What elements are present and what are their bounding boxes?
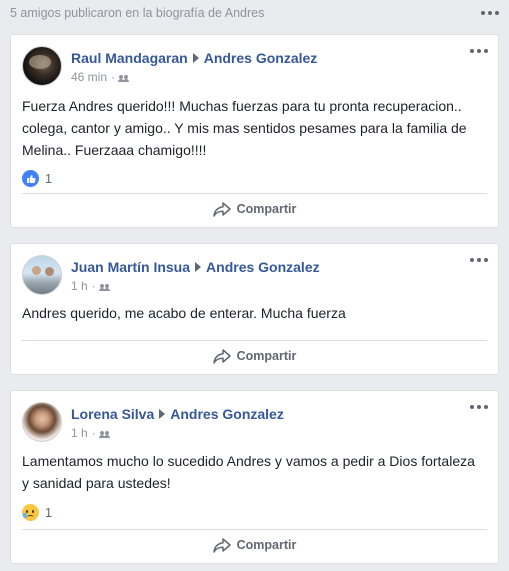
share-label: Compartir (236, 202, 297, 216)
feed-header: 5 amigos publicaron en la biografía de A… (0, 0, 509, 26)
post: Raul Mandagaran Andres Gonzalez 46 min ·… (10, 34, 499, 228)
post-text: Andres querido, me acabo de enterar. Muc… (11, 302, 498, 324)
share-label: Compartir (236, 349, 297, 363)
friends-privacy-icon[interactable] (98, 284, 110, 291)
post-meta: 46 min · (71, 70, 130, 84)
post-timestamp[interactable]: 46 min (71, 70, 107, 84)
target-link[interactable]: Andres Gonzalez (170, 406, 284, 422)
avatar[interactable] (22, 255, 62, 295)
post-meta: 1 h · (71, 279, 110, 293)
author-link[interactable]: Juan Martín Insua (71, 259, 190, 275)
friends-privacy-icon[interactable] (98, 431, 110, 438)
arrow-right-icon (159, 409, 166, 419)
share-arrow-icon (212, 537, 231, 553)
sad-icon (22, 504, 39, 521)
avatar[interactable] (22, 46, 62, 86)
share-button[interactable]: Compartir (11, 531, 498, 559)
post-header: Lorena Silva Andres Gonzalez 1 h · (11, 391, 498, 442)
meta-separator: · (111, 70, 116, 84)
share-arrow-icon (212, 201, 231, 217)
post-options-icon[interactable] (470, 49, 488, 53)
arrow-right-icon (192, 53, 199, 63)
divider (22, 340, 487, 341)
post-options-icon[interactable] (470, 258, 488, 262)
meta-separator: · (91, 426, 96, 440)
post-author-line: Lorena Silva Andres Gonzalez (71, 406, 284, 422)
post-author-line: Juan Martín Insua Andres Gonzalez (71, 259, 320, 275)
arrow-right-icon (195, 262, 202, 272)
post-text-line: colega, cantor y amigo.. Y mis mas senti… (22, 120, 467, 136)
post: Lorena Silva Andres Gonzalez 1 h · Lamen… (10, 390, 499, 564)
post: Juan Martín Insua Andres Gonzalez 1 h · … (10, 243, 499, 375)
friends-privacy-icon[interactable] (118, 75, 130, 82)
post-text: Fuerza Andres querido!!! Muchas fuerzas … (11, 95, 498, 161)
share-button[interactable]: Compartir (11, 195, 498, 223)
author-link[interactable]: Lorena Silva (71, 406, 154, 422)
post-text-line: y sanidad para ustedes! (22, 475, 171, 491)
divider (22, 529, 487, 530)
post-text-line: Fuerza Andres querido!!! Muchas fuerzas … (22, 98, 462, 114)
post-text-line: Melina.. Fuerzaaa chamigo!!!! (22, 142, 207, 158)
post-timestamp[interactable]: 1 h (71, 279, 88, 293)
target-link[interactable]: Andres Gonzalez (206, 259, 320, 275)
post-header: Juan Martín Insua Andres Gonzalez 1 h · (11, 244, 498, 295)
post-options-icon[interactable] (470, 405, 488, 409)
post-text-line: Andres querido, me acabo de enterar. Muc… (22, 305, 346, 321)
like-icon (22, 170, 39, 187)
more-horizontal-icon[interactable] (481, 11, 499, 15)
avatar[interactable] (22, 402, 62, 442)
meta-separator: · (91, 279, 96, 293)
post-author-line: Raul Mandagaran Andres Gonzalez (71, 50, 317, 66)
post-text-line: Lamentamos mucho lo sucedido Andres y va… (22, 453, 475, 469)
reactions-bar[interactable]: 1 (11, 504, 498, 521)
share-label: Compartir (236, 538, 297, 552)
divider (22, 193, 487, 194)
post-text: Lamentamos mucho lo sucedido Andres y va… (11, 450, 498, 494)
share-arrow-icon (212, 348, 231, 364)
post-header: Raul Mandagaran Andres Gonzalez 46 min · (11, 35, 498, 86)
reactions-bar[interactable]: 1 (11, 170, 498, 187)
author-link[interactable]: Raul Mandagaran (71, 50, 188, 66)
reaction-count[interactable]: 1 (45, 506, 52, 520)
post-meta: 1 h · (71, 426, 110, 440)
post-timestamp[interactable]: 1 h (71, 426, 88, 440)
feed-header-title: 5 amigos publicaron en la biografía de A… (10, 6, 265, 20)
share-button[interactable]: Compartir (11, 342, 498, 370)
target-link[interactable]: Andres Gonzalez (204, 50, 318, 66)
reaction-count[interactable]: 1 (45, 172, 52, 186)
